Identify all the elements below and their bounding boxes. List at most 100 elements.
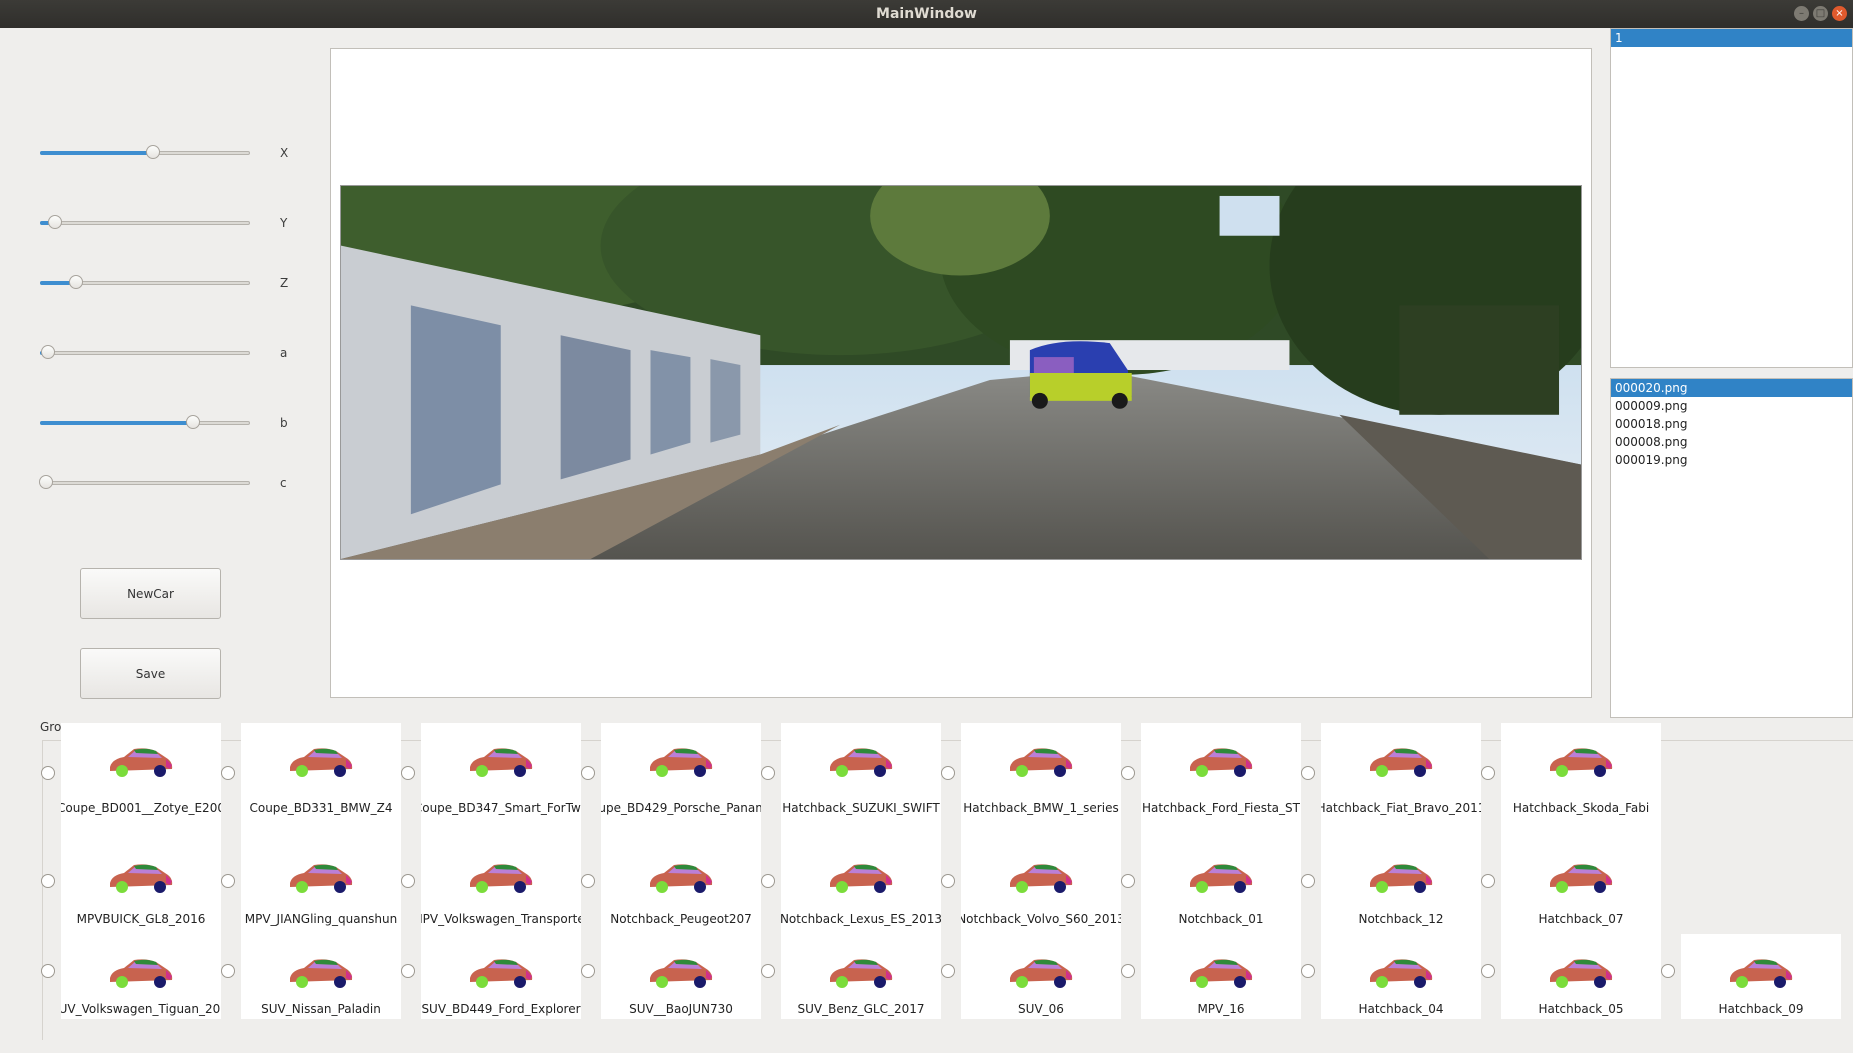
- slider-handle[interactable]: [186, 415, 201, 429]
- car-model-radio[interactable]: [401, 874, 415, 888]
- list-item[interactable]: 000008.png: [1611, 433, 1852, 451]
- minimize-icon[interactable]: –: [1794, 6, 1809, 21]
- car-model-radio[interactable]: [221, 964, 235, 978]
- list-item[interactable]: 000018.png: [1611, 415, 1852, 433]
- slider-z[interactable]: [40, 273, 250, 293]
- list-item[interactable]: 000020.png: [1611, 379, 1852, 397]
- car-model-option[interactable]: Hatchback_Fiat_Bravo_2011: [1321, 723, 1481, 839]
- slider-handle[interactable]: [47, 215, 62, 229]
- car-model-icon: [650, 959, 713, 988]
- car-model-icon: [1370, 748, 1433, 777]
- car-model-option[interactable]: SUV_06: [961, 934, 1121, 1019]
- car-model-option[interactable]: Coupe_BD331_BMW_Z4: [241, 723, 401, 839]
- car-model-radio[interactable]: [761, 964, 775, 978]
- car-model-option[interactable]: Notchback_Lexus_ES_2013: [781, 839, 941, 934]
- car-model-radio[interactable]: [581, 766, 595, 780]
- car-model-icon: [830, 748, 893, 777]
- file-list[interactable]: 000020.png 000009.png 000018.png 000008.png…: [1610, 378, 1853, 718]
- car-model-icon: [1190, 748, 1253, 777]
- car-model-radio[interactable]: [761, 874, 775, 888]
- close-icon[interactable]: ×: [1832, 6, 1847, 21]
- car-model-radio[interactable]: [941, 874, 955, 888]
- car-model-radio[interactable]: [1121, 874, 1135, 888]
- save-button[interactable]: Save: [80, 648, 221, 699]
- car-model-radio[interactable]: [941, 964, 955, 978]
- slider-label: Y: [280, 216, 288, 230]
- car-model-option[interactable]: Coupe_BD001__Zotye_E200: [61, 723, 221, 839]
- car-model-radio[interactable]: [401, 964, 415, 978]
- car-model-label: Hatchback_09: [1718, 1002, 1804, 1016]
- car-model-option[interactable]: Hatchback_SUZUKI_SWIFT: [781, 723, 941, 839]
- maximize-icon[interactable]: □: [1813, 6, 1828, 21]
- car-model-label: SUV_06: [1018, 1002, 1064, 1016]
- list-item[interactable]: 000019.png: [1611, 451, 1852, 469]
- slider-c[interactable]: [39, 473, 250, 493]
- car-model-radio[interactable]: [1121, 766, 1135, 780]
- car-model-option[interactable]: oupe_BD429_Porsche_Paname: [601, 723, 761, 839]
- car-model-option[interactable]: SUV__BaoJUN730: [601, 934, 761, 1019]
- list-item[interactable]: 1: [1611, 29, 1852, 47]
- car-model-icon: [1190, 864, 1253, 893]
- car-model-radio[interactable]: [941, 766, 955, 780]
- car-model-radio[interactable]: [581, 874, 595, 888]
- car-model-radio[interactable]: [221, 766, 235, 780]
- car-model-radio[interactable]: [41, 874, 55, 888]
- car-model-radio[interactable]: [41, 766, 55, 780]
- car-model-radio[interactable]: [581, 964, 595, 978]
- car-model-radio[interactable]: [1301, 964, 1315, 978]
- slider-a[interactable]: [40, 343, 250, 363]
- car-model-radio[interactable]: [401, 766, 415, 780]
- slider-handle[interactable]: [146, 145, 161, 159]
- slider-handle[interactable]: [68, 275, 83, 289]
- car-model-label: Hatchback_BMW_1_series: [963, 801, 1119, 815]
- car-model-option[interactable]: SUV_Volkswagen_Tiguan_2017: [61, 934, 221, 1019]
- car-model-option[interactable]: SUV_Nissan_Paladin: [241, 934, 401, 1019]
- car-model-radio[interactable]: [761, 766, 775, 780]
- slider-y[interactable]: [40, 213, 250, 233]
- image-viewer[interactable]: [330, 48, 1592, 698]
- slider-b[interactable]: [40, 413, 250, 433]
- car-model-icon: [290, 748, 353, 777]
- car-model-option[interactable]: MPV_JIANGling_quanshun: [241, 839, 401, 934]
- car-model-option[interactable]: SUV_Benz_GLC_2017: [781, 934, 941, 1019]
- car-model-option[interactable]: Hatchback_Skoda_Fabi: [1501, 723, 1661, 839]
- slider-handle[interactable]: [41, 345, 56, 359]
- slider-x[interactable]: [40, 143, 250, 163]
- car-thumbnail: [781, 723, 941, 803]
- car-model-radio[interactable]: [1661, 964, 1675, 978]
- car-model-radio[interactable]: [1301, 874, 1315, 888]
- car-model-option[interactable]: Hatchback_09: [1681, 934, 1841, 1019]
- slider-label: X: [280, 146, 289, 160]
- slider-handle[interactable]: [39, 475, 54, 489]
- car-model-option[interactable]: SUV_BD449_Ford_Explorer: [421, 934, 581, 1019]
- car-model-radio[interactable]: [1301, 766, 1315, 780]
- car-model-radio[interactable]: [1481, 874, 1495, 888]
- car-model-option[interactable]: Hatchback_04: [1321, 934, 1481, 1019]
- car-model-option[interactable]: Notchback_Volvo_S60_2013: [961, 839, 1121, 934]
- car-model-option[interactable]: MPVBUICK_GL8_2016: [61, 839, 221, 934]
- car-model-radio[interactable]: [1481, 964, 1495, 978]
- slider-track: [40, 221, 250, 225]
- car-model-option[interactable]: Hatchback_05: [1501, 934, 1661, 1019]
- car-model-option[interactable]: Notchback_12: [1321, 839, 1481, 934]
- car-model-option[interactable]: MPV_Volkswagen_Transporter: [421, 839, 581, 934]
- car-model-option[interactable]: MPV_16: [1141, 934, 1301, 1019]
- group-box-title: Gro: [40, 720, 62, 734]
- car-model-option[interactable]: Notchback_Peugeot207: [601, 839, 761, 934]
- car-model-option[interactable]: Coupe_BD347_Smart_ForTwo: [421, 723, 581, 839]
- car-model-radio[interactable]: [1481, 766, 1495, 780]
- list-item[interactable]: 000009.png: [1611, 397, 1852, 415]
- car-model-icon: [1730, 959, 1793, 988]
- instance-list[interactable]: 1: [1610, 28, 1853, 368]
- car-model-radio[interactable]: [41, 964, 55, 978]
- car-model-label: SUV_Nissan_Paladin: [261, 1002, 381, 1016]
- car-model-radio[interactable]: [1121, 964, 1135, 978]
- car-model-option[interactable]: Hatchback_Ford_Fiesta_ST: [1141, 723, 1301, 839]
- car-model-option[interactable]: Hatchback_07: [1501, 839, 1661, 934]
- car-model-radio[interactable]: [221, 874, 235, 888]
- car-thumbnail: [1321, 839, 1481, 919]
- new-car-button[interactable]: NewCar: [80, 568, 221, 619]
- car-model-option[interactable]: Hatchback_BMW_1_series: [961, 723, 1121, 839]
- car-thumbnail: [961, 839, 1121, 919]
- car-model-option[interactable]: Notchback_01: [1141, 839, 1301, 934]
